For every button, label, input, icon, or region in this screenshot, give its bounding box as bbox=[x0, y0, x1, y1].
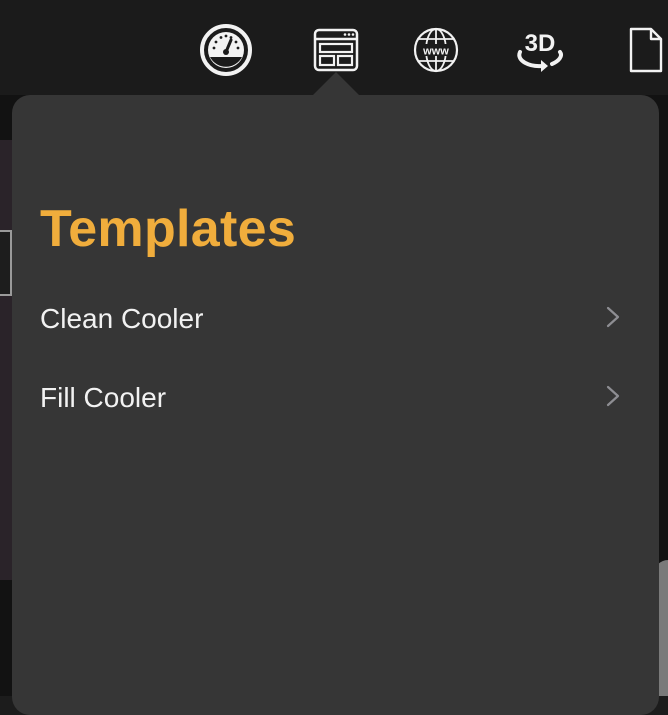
chevron-right-icon bbox=[606, 306, 622, 333]
template-item-fill-cooler[interactable]: Fill Cooler bbox=[40, 370, 622, 426]
web-button[interactable]: www bbox=[408, 22, 464, 78]
background-widget-edge bbox=[0, 230, 12, 296]
3d-label-text: 3D bbox=[525, 30, 556, 57]
rotate-3d-icon: 3D bbox=[512, 25, 568, 75]
document-button[interactable] bbox=[618, 22, 668, 78]
3d-view-button[interactable]: 3D bbox=[512, 22, 568, 78]
list-item-label: Clean Cooler bbox=[40, 303, 204, 334]
popover-title: Templates bbox=[40, 200, 297, 258]
popover-arrow bbox=[312, 72, 360, 96]
globe-www-icon: www bbox=[411, 25, 461, 75]
list-item-label: Fill Cooler bbox=[40, 382, 167, 413]
templates-button[interactable] bbox=[308, 22, 364, 78]
dashboard-button[interactable] bbox=[198, 22, 254, 78]
globe-www-text: www bbox=[422, 46, 449, 58]
document-icon bbox=[626, 25, 666, 75]
templates-popover: Templates Clean Cooler Fill Cooler bbox=[12, 95, 659, 715]
chevron-right-icon bbox=[606, 385, 622, 412]
layout-template-icon bbox=[312, 26, 360, 74]
gauge-icon bbox=[199, 23, 253, 77]
background-panel-edge bbox=[0, 140, 12, 580]
template-item-clean-cooler[interactable]: Clean Cooler bbox=[40, 291, 622, 347]
